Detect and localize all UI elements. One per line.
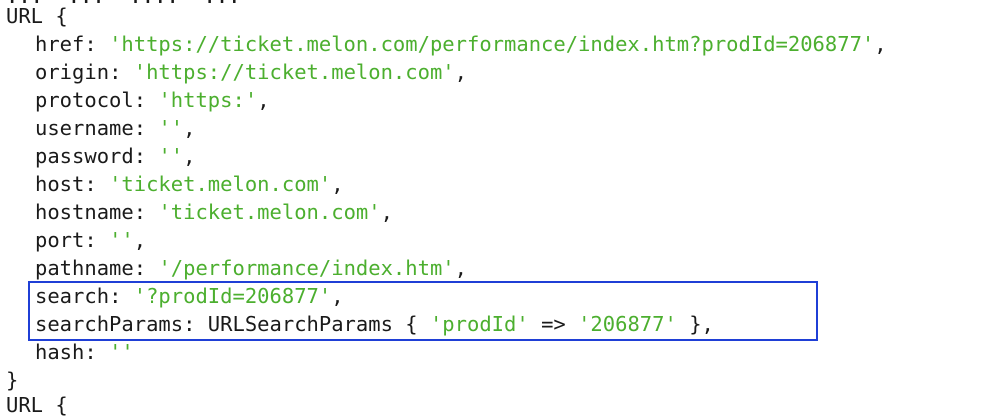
- prop-value: '': [109, 340, 134, 364]
- prop-key: username: [35, 116, 134, 140]
- trailing-comma: ,: [331, 172, 344, 196]
- url-object-close: }: [6, 368, 19, 392]
- next-output-fragment: URL {: [6, 393, 68, 417]
- prop-key: hostname: [35, 200, 134, 224]
- prop-key: protocol: [35, 88, 134, 112]
- prop-hash: hash: '': [6, 338, 134, 366]
- prop-port: port: '',: [6, 226, 146, 254]
- prop-value: '': [109, 228, 134, 252]
- trailing-comma: ,: [183, 116, 196, 140]
- prop-value: 'https:': [158, 88, 258, 112]
- prop-key: password: [35, 144, 134, 168]
- trailing-comma: ,: [380, 200, 393, 224]
- prop-password: password: '',: [6, 142, 195, 170]
- highlight-box: [28, 281, 818, 341]
- console-output: ... ... .... ... URL { href: 'https://ti…: [0, 0, 1004, 417]
- prop-host: host: 'ticket.melon.com',: [6, 170, 344, 198]
- prop-username: username: '',: [6, 114, 195, 142]
- prop-value: '': [158, 144, 184, 168]
- prop-key: host: [35, 172, 85, 196]
- prop-href: href: 'https://ticket.melon.com/performa…: [6, 30, 887, 58]
- trailing-comma: ,: [874, 32, 887, 56]
- prop-value: 'https://ticket.melon.com/performance/in…: [109, 32, 875, 56]
- trailing-comma: ,: [257, 88, 270, 112]
- prop-value: 'ticket.melon.com': [158, 200, 381, 224]
- trailing-comma: ,: [454, 60, 467, 84]
- prop-value: '/performance/index.htm': [158, 256, 455, 280]
- colon: :: [84, 172, 110, 196]
- colon: :: [133, 256, 159, 280]
- prop-hostname: hostname: 'ticket.melon.com',: [6, 198, 393, 226]
- colon: :: [133, 88, 159, 112]
- trailing-comma: ,: [133, 228, 147, 252]
- colon: :: [133, 144, 159, 168]
- prop-value: 'ticket.melon.com': [109, 172, 332, 196]
- trailing-comma: ,: [183, 144, 196, 168]
- colon: :: [84, 32, 110, 56]
- colon: :: [109, 60, 134, 84]
- prop-key: port: [35, 228, 85, 252]
- colon: :: [84, 340, 110, 364]
- prop-value: '': [158, 116, 184, 140]
- prop-value: 'https://ticket.melon.com': [133, 60, 455, 84]
- prop-key: origin: [35, 60, 110, 84]
- prop-key: href: [35, 32, 85, 56]
- colon: :: [133, 116, 159, 140]
- url-object-open: URL {: [6, 4, 68, 28]
- prop-protocol: protocol: 'https:',: [6, 86, 270, 114]
- prop-origin: origin: 'https://ticket.melon.com',: [6, 58, 467, 86]
- trailing-comma: ,: [454, 256, 467, 280]
- prop-pathname: pathname: '/performance/index.htm',: [6, 254, 467, 282]
- colon: :: [84, 228, 110, 252]
- colon: :: [133, 200, 159, 224]
- prop-key: pathname: [35, 256, 134, 280]
- prop-key: hash: [35, 340, 85, 364]
